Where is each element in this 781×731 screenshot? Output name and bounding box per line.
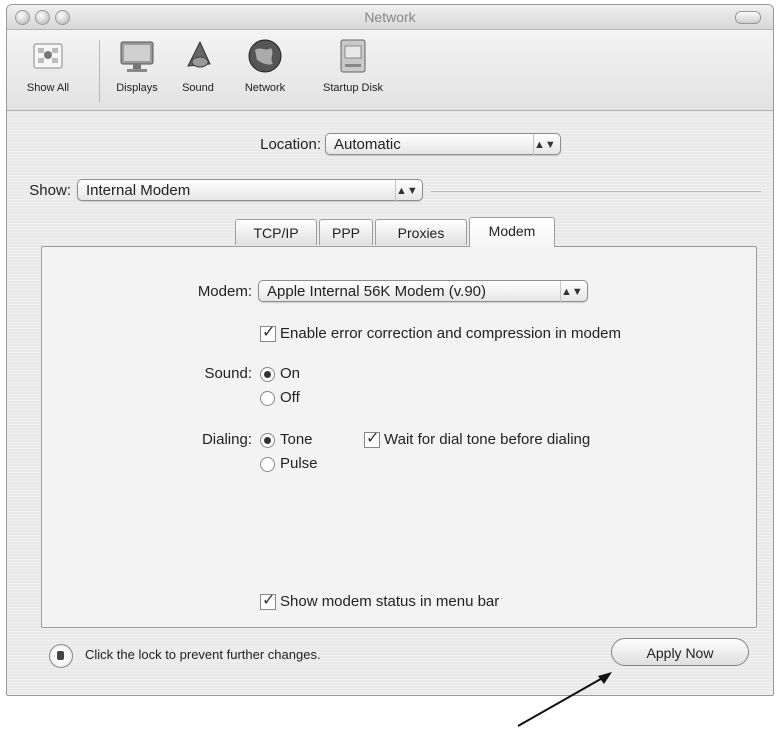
annotation-arrow — [517, 672, 612, 727]
tab-modem[interactable]: Modem — [469, 217, 555, 247]
